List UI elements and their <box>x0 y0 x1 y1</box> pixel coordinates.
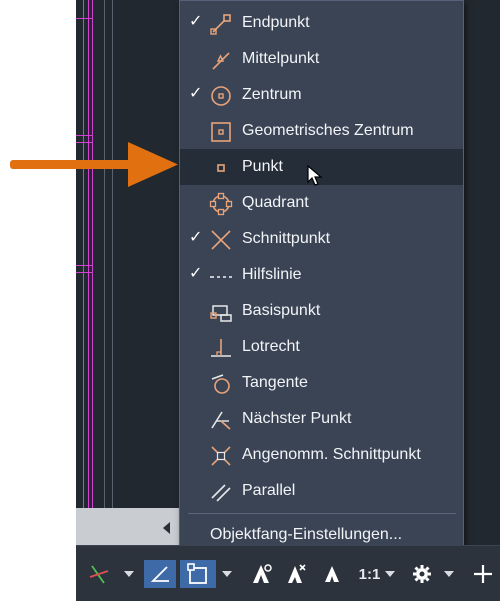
chevron-down-icon <box>385 571 396 577</box>
menu-item-label: Parallel <box>242 482 296 499</box>
drawing-line <box>76 272 92 273</box>
intersection-snap-icon <box>211 230 231 250</box>
annotation-scale-icon <box>325 566 339 582</box>
object-snap-icon <box>187 563 207 584</box>
insertion-snap-icon <box>210 305 232 322</box>
gear-icon <box>413 565 431 583</box>
polar-tracking-icon <box>89 565 109 584</box>
menu-item-angenomm-schnittpunkt[interactable]: Angenomm. Schnittpunkt <box>180 437 463 473</box>
drawing-line <box>92 0 93 508</box>
center-snap-icon <box>211 86 231 106</box>
menu-item-mittelpunkt[interactable]: Mittelpunkt <box>180 41 463 77</box>
annotation-scale-button[interactable] <box>318 560 346 588</box>
endpoint-snap-icon <box>210 14 231 35</box>
tracking-dropdown[interactable] <box>122 560 136 588</box>
check-icon: ✓ <box>189 265 203 282</box>
menu-separator <box>188 513 456 514</box>
isodraft-button[interactable] <box>144 560 176 588</box>
menu-item-label: Tangente <box>242 374 308 391</box>
object-snap-menu: ✓ Endpunkt Mittelpunkt ✓ Zentrum Geometr… <box>179 0 464 552</box>
menu-item-label: Schnittpunkt <box>242 230 331 247</box>
menu-item-hilfslinie[interactable]: ✓ Hilfslinie <box>180 257 463 293</box>
midpoint-snap-icon <box>212 52 230 70</box>
pointer-arrow-icon <box>10 142 178 187</box>
tangent-snap-icon <box>211 374 230 394</box>
drawing-line <box>104 0 105 508</box>
menu-item-label: Punkt <box>242 158 283 175</box>
extension-snap-icon <box>210 276 232 278</box>
menu-item-schnittpunkt[interactable]: ✓ Schnittpunkt <box>180 221 463 257</box>
chevron-down-icon <box>124 571 134 577</box>
menu-item-geometrisches-zentrum[interactable]: Geometrisches Zentrum <box>180 113 463 149</box>
scroll-left-icon[interactable] <box>163 522 170 534</box>
menu-item-label: Mittelpunkt <box>242 50 320 67</box>
object-snap-button[interactable] <box>180 560 216 588</box>
menu-item-label: Angenomm. Schnittpunkt <box>242 446 421 463</box>
menu-item-label: Basispunkt <box>242 302 321 319</box>
drawing-line <box>112 0 113 508</box>
workspace-button[interactable] <box>408 560 436 588</box>
menu-item-label: Zentrum <box>242 86 302 103</box>
angle-icon <box>150 566 169 582</box>
menu-item-label: Quadrant <box>242 194 309 211</box>
quadrant-snap-icon <box>209 192 233 216</box>
menu-item-label: Nächster Punkt <box>242 410 352 427</box>
tracking-button[interactable] <box>84 560 114 588</box>
plus-icon <box>474 565 492 583</box>
menu-item-label: Geometrisches Zentrum <box>242 122 414 139</box>
perpendicular-snap-icon <box>211 339 231 357</box>
menu-item-parallel[interactable]: Parallel <box>180 473 463 509</box>
check-icon: ✓ <box>189 229 203 246</box>
chevron-down-icon <box>222 571 232 577</box>
menu-item-zentrum[interactable]: ✓ Zentrum <box>180 77 463 113</box>
add-button[interactable] <box>470 560 496 588</box>
nearest-snap-icon <box>211 411 231 430</box>
drawing-line <box>83 0 84 508</box>
auto-scale-button[interactable] <box>282 560 312 588</box>
scale-selector[interactable]: 1:1 <box>354 560 400 588</box>
menu-item-label: Hilfslinie <box>242 266 302 283</box>
object-snap-settings-item[interactable]: Objektfang-Einstellungen... <box>210 526 402 544</box>
geometric-center-snap-icon <box>211 122 231 142</box>
chevron-down-icon <box>444 571 454 577</box>
drawing-line <box>88 0 89 508</box>
annotation-icon <box>253 564 272 583</box>
drawing-line <box>76 135 92 136</box>
object-snap-dropdown[interactable] <box>220 560 234 588</box>
drawing-line <box>76 18 92 19</box>
auto-scale-icon <box>288 564 306 583</box>
menu-item-tangente[interactable]: Tangente <box>180 365 463 401</box>
mouse-cursor-icon <box>307 165 323 186</box>
drawing-line <box>76 265 92 266</box>
check-icon: ✓ <box>189 85 203 102</box>
status-bar: 1:1 <box>76 545 500 601</box>
menu-item-naechster-punkt[interactable]: Nächster Punkt <box>180 401 463 437</box>
menu-item-lotrecht[interactable]: Lotrecht <box>180 329 463 365</box>
menu-item-endpunkt[interactable]: ✓ Endpunkt <box>180 5 463 41</box>
parallel-snap-icon <box>211 484 231 502</box>
node-snap-icon <box>217 164 225 172</box>
scale-value: 1:1 <box>358 565 381 583</box>
apparent-intersection-snap-icon <box>211 446 231 466</box>
menu-item-label: Lotrecht <box>242 338 300 355</box>
model-tab-area <box>76 508 180 545</box>
workspace-dropdown[interactable] <box>442 560 456 588</box>
menu-item-basispunkt[interactable]: Basispunkt <box>180 293 463 329</box>
menu-item-label: Endpunkt <box>242 14 310 31</box>
check-icon: ✓ <box>189 13 203 30</box>
menu-item-quadrant[interactable]: Quadrant <box>180 185 463 221</box>
annotation-visibility-button[interactable] <box>246 560 276 588</box>
